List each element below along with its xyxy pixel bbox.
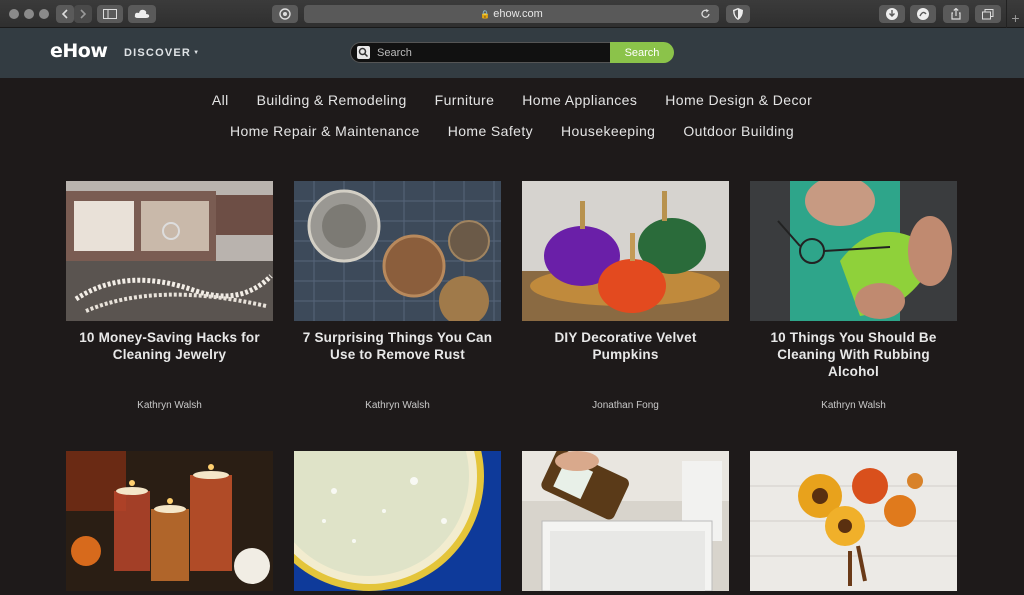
search-icon [357,46,370,59]
chevron-right-icon [80,9,87,19]
browser-toolbar: 🔒 ehow.com + [0,0,1024,28]
address-bar[interactable]: 🔒 ehow.com [304,5,719,23]
download-icon [886,8,898,20]
category-building-remodeling[interactable]: Building & Remodeling [257,92,407,108]
article-author[interactable]: Kathryn Walsh [294,400,501,411]
category-housekeeping[interactable]: Housekeeping [561,123,655,139]
tab-overview-button[interactable] [975,5,1001,23]
search-box [350,42,612,63]
search-input[interactable] [377,44,607,61]
article-row: 10 Money-Saving Hacks for Cleaning Jewel… [66,181,958,425]
extension-icon [917,8,929,20]
tabs-icon [982,8,994,19]
sidebar-icon [103,9,117,19]
category-home-safety[interactable]: Home Safety [448,123,533,139]
share-icon [951,8,961,20]
article-image-lemon[interactable] [294,451,501,591]
article-card[interactable] [294,451,501,591]
lock-icon: 🔒 [480,9,491,19]
minimize-window-button[interactable] [24,9,34,19]
ehow-logo[interactable]: eHow [50,40,108,62]
sidebar-toggle-button[interactable] [97,5,123,23]
forward-button[interactable] [74,5,92,23]
zoom-window-button[interactable] [39,9,49,19]
category-home-repair-maintenance[interactable]: Home Repair & Maintenance [230,123,420,139]
reader-button[interactable] [272,5,298,23]
site-header: eHow DISCOVER ▼ Search [0,28,1024,78]
category-row-1: All Building & Remodeling Furniture Home… [0,84,1024,115]
chevron-left-icon [61,9,68,19]
article-image-vinegar[interactable] [522,451,729,591]
icloud-button[interactable] [128,5,156,23]
search-form: Search [350,42,674,63]
category-home-appliances[interactable]: Home Appliances [522,92,637,108]
article-card[interactable]: DIY Decorative Velvet Pumpkins Jonathan … [522,181,729,425]
article-title[interactable]: 10 Things You Should Be Cleaning With Ru… [750,329,957,380]
article-card[interactable] [750,451,957,591]
reload-icon[interactable] [701,9,711,19]
shield-icon [733,8,743,20]
search-button[interactable]: Search [610,42,674,63]
url-text: ehow.com [493,8,543,20]
article-card[interactable]: 10 Money-Saving Hacks for Cleaning Jewel… [66,181,273,425]
discover-label: DISCOVER [124,47,192,59]
close-window-button[interactable] [9,9,19,19]
back-button[interactable] [56,5,74,23]
article-author[interactable]: Kathryn Walsh [750,400,957,411]
article-grid: 10 Money-Saving Hacks for Cleaning Jewel… [66,181,958,591]
cloud-icon [134,9,150,18]
article-card[interactable] [66,451,273,591]
article-title[interactable]: 10 Money-Saving Hacks for Cleaning Jewel… [66,329,273,363]
category-outdoor-building[interactable]: Outdoor Building [683,123,794,139]
article-image-pumpkins[interactable] [522,181,729,321]
article-card[interactable]: 10 Things You Should Be Cleaning With Ru… [750,181,957,425]
article-image-jewelry[interactable] [66,181,273,321]
category-nav: All Building & Remodeling Furniture Home… [0,84,1024,146]
discover-menu[interactable]: DISCOVER ▼ [124,47,200,59]
category-row-2: Home Repair & Maintenance Home Safety Ho… [0,115,1024,146]
article-image-rust[interactable] [294,181,501,321]
article-title[interactable]: DIY Decorative Velvet Pumpkins [522,329,729,363]
privacy-button[interactable] [726,5,750,23]
downloads-button[interactable] [879,5,905,23]
caret-down-icon: ▼ [193,50,201,56]
shield-icon [279,8,291,20]
article-image-fall-flowers[interactable] [750,451,957,591]
article-card[interactable]: 7 Surprising Things You Can Use to Remov… [294,181,501,425]
article-title[interactable]: 7 Surprising Things You Can Use to Remov… [294,329,501,363]
article-author[interactable]: Kathryn Walsh [66,400,273,411]
category-furniture[interactable]: Furniture [435,92,495,108]
new-tab-button[interactable]: + [1006,0,1024,28]
extension-button[interactable] [910,5,936,23]
category-home-design-decor[interactable]: Home Design & Decor [665,92,812,108]
article-image-rubbing-alcohol[interactable] [750,181,957,321]
article-image-candles[interactable] [66,451,273,591]
article-row [66,451,958,591]
category-all[interactable]: All [212,92,229,108]
article-card[interactable] [522,451,729,591]
share-button[interactable] [943,5,969,23]
article-author[interactable]: Jonathan Fong [522,400,729,411]
